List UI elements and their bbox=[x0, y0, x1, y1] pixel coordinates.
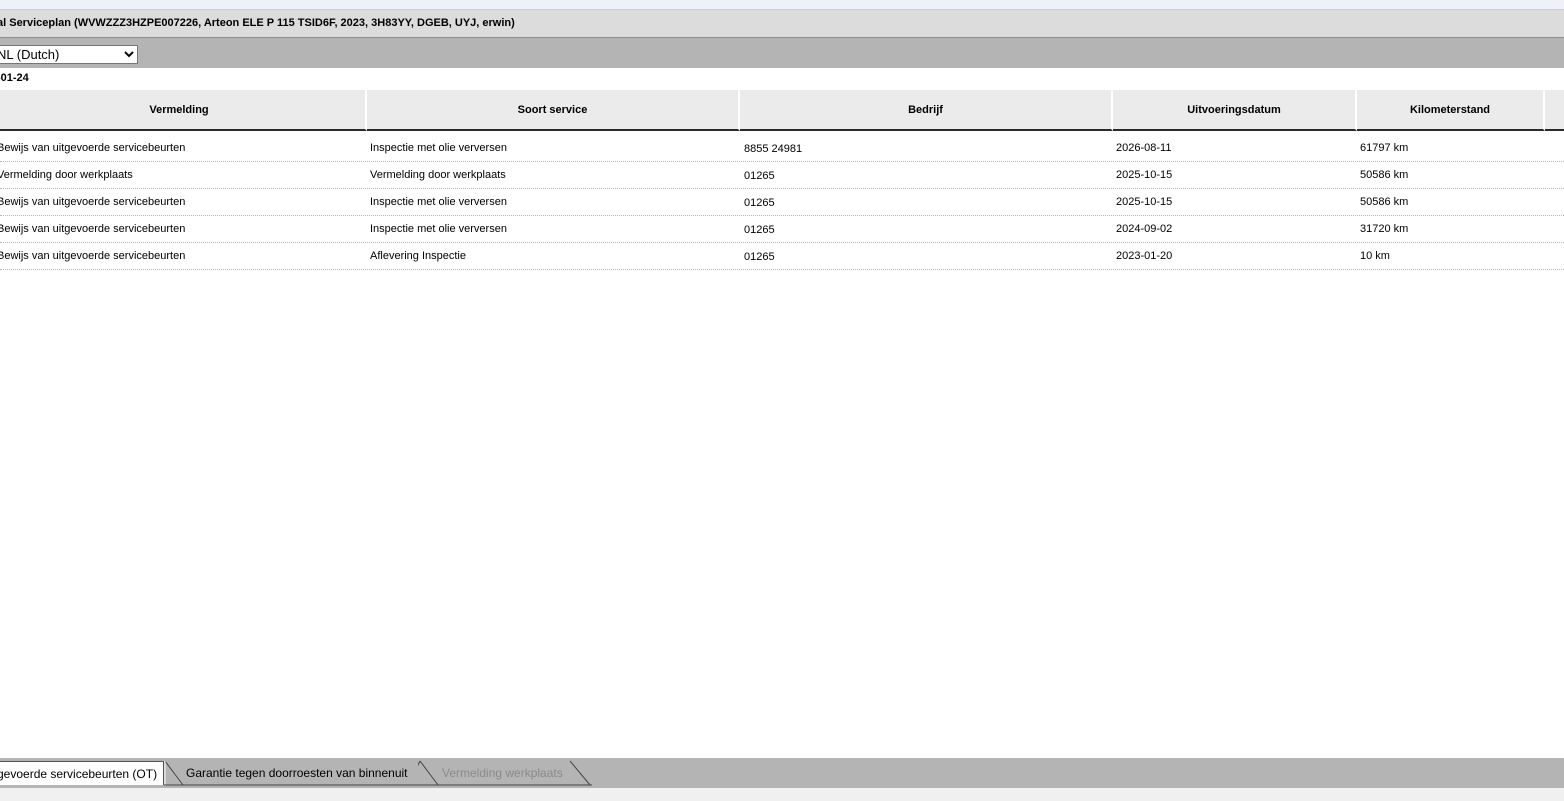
cell-kilometerstand: 31720 km bbox=[1360, 223, 1409, 235]
cell-kilometerstand: 10 km bbox=[1360, 250, 1390, 262]
cell-soort-service: Inspectie met olie verversen bbox=[370, 223, 507, 235]
cell-vermelding: Bewijs van uitgevoerde servicebeurten bbox=[0, 196, 186, 208]
cell-uitvoeringsdatum: 2025-10-15 bbox=[1116, 169, 1173, 181]
column-header-vermelding[interactable]: Vermelding bbox=[0, 90, 367, 131]
window-title-bar: al Serviceplan (WVWZZZ3HZPE007226, Arteo… bbox=[0, 10, 1564, 38]
column-header-kilometerstand[interactable]: Kilometerstand bbox=[1357, 90, 1545, 131]
tab-baseline bbox=[164, 784, 592, 786]
language-select[interactable]: NL (Dutch) bbox=[0, 45, 138, 64]
cell-kilometerstand: 61797 km bbox=[1360, 142, 1409, 154]
cell-soort-service: Aflevering Inspectie bbox=[370, 250, 466, 262]
cell-vermelding: Bewijs van uitgevoerde servicebeurten bbox=[0, 142, 186, 154]
language-bar: NL (Dutch) bbox=[0, 38, 1564, 68]
tab-bar: gevoerde servicebeurten (OT) Garantie te… bbox=[0, 758, 1564, 788]
table-row[interactable]: Bewijs van uitgevoerde servicebeurten Af… bbox=[0, 243, 1564, 270]
cell-uitvoeringsdatum: 2025-10-15 bbox=[1116, 196, 1173, 208]
cell-soort-service: Inspectie met olie verversen bbox=[370, 196, 507, 208]
table-row[interactable]: Bewijs van uitgevoerde servicebeurten In… bbox=[0, 189, 1564, 216]
cell-soort-service: Vermelding door werkplaats bbox=[370, 169, 506, 181]
column-header-uitvoeringsdatum[interactable]: Uitvoeringsdatum bbox=[1113, 90, 1357, 131]
header-date-label: -01-24 bbox=[0, 72, 29, 84]
table-row[interactable]: Vermelding door werkplaats Vermelding do… bbox=[0, 162, 1564, 189]
column-header-bedrijf[interactable]: Bedrijf bbox=[740, 90, 1113, 131]
cell-bedrijf: 01265 bbox=[744, 197, 775, 209]
status-strip bbox=[0, 788, 1564, 801]
cell-vermelding: Bewijs van uitgevoerde servicebeurten bbox=[0, 223, 186, 235]
cell-vermelding: Bewijs van uitgevoerde servicebeurten bbox=[0, 250, 186, 262]
cell-bedrijf: 8855 24981 bbox=[744, 143, 803, 155]
cell-bedrijf: 01265 bbox=[744, 251, 775, 263]
cell-kilometerstand: 50586 km bbox=[1360, 169, 1409, 181]
cell-bedrijf: 01265 bbox=[744, 224, 775, 236]
cell-uitvoeringsdatum: 2026-08-11 bbox=[1116, 142, 1172, 154]
cell-uitvoeringsdatum: 2023-01-20 bbox=[1116, 250, 1173, 262]
cell-soort-service: Inspectie met olie verversen bbox=[370, 142, 507, 154]
cell-vermelding: Vermelding door werkplaats bbox=[0, 169, 133, 181]
cell-bedrijf: 01265 bbox=[744, 170, 775, 182]
cell-uitvoeringsdatum: 2024-09-02 bbox=[1116, 223, 1173, 235]
table-row[interactable]: Bewijs van uitgevoerde servicebeurten In… bbox=[0, 135, 1564, 162]
cell-kilometerstand: 50586 km bbox=[1360, 196, 1409, 208]
window-title: al Serviceplan (WVWZZZ3HZPE007226, Arteo… bbox=[0, 17, 515, 29]
table-row[interactable]: Bewijs van uitgevoerde servicebeurten In… bbox=[0, 216, 1564, 243]
top-window-strip bbox=[0, 0, 1564, 10]
column-header-extra bbox=[1545, 90, 1564, 131]
column-header-soort-service[interactable]: Soort service bbox=[367, 90, 740, 131]
